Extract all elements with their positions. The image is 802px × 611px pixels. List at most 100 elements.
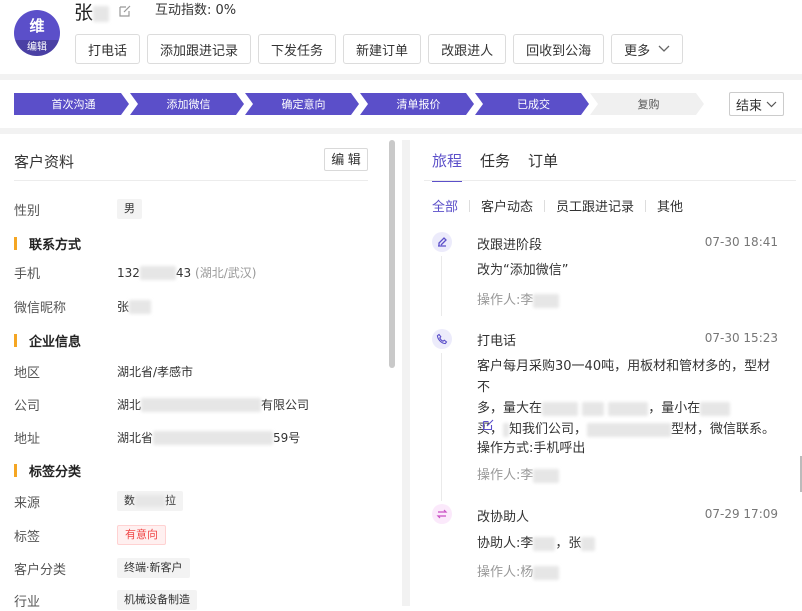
address-value: 湖北省 59号 xyxy=(117,430,301,445)
industry-value: 机械设备制造 xyxy=(117,590,197,610)
add-followup-button[interactable]: 添加跟进记录 xyxy=(147,34,252,64)
change-owner-button[interactable]: 改跟进人 xyxy=(428,34,507,64)
journey-filter: 全部 客户动态 员工跟进记录 其他 xyxy=(432,196,683,215)
section-marker xyxy=(14,333,17,347)
section-marker xyxy=(14,236,17,250)
filter-staff-followup[interactable]: 员工跟进记录 xyxy=(556,196,634,215)
field-label: 来源 xyxy=(14,495,41,511)
address-row: 地址 湖北省 59号 xyxy=(14,426,384,448)
stage-icon xyxy=(432,232,452,252)
region-value: 湖北省/孝感市 xyxy=(117,364,194,379)
masked-text xyxy=(93,5,110,22)
masked-text xyxy=(533,565,560,580)
field-label: 行业 xyxy=(14,594,41,610)
divider xyxy=(14,180,368,181)
avatar-edit-label[interactable]: 编辑 xyxy=(14,40,60,56)
stage-label: 添加微信 xyxy=(167,97,211,111)
section-title: 企业信息 xyxy=(29,334,82,350)
event-text: 协助人:李 ，张 xyxy=(477,533,782,554)
chevron-down-icon xyxy=(658,45,670,52)
section-title: 标签分类 xyxy=(29,464,82,480)
masked-text xyxy=(700,401,731,416)
filter-customer-activity[interactable]: 客户动态 xyxy=(481,196,533,215)
interaction-value: 0% xyxy=(215,3,237,18)
chevron-down-icon xyxy=(766,101,777,107)
timeline-line xyxy=(441,256,442,316)
field-label: 微信昵称 xyxy=(14,300,67,316)
assign-task-button[interactable]: 下发任务 xyxy=(258,34,337,64)
field-label: 地区 xyxy=(14,365,41,381)
filter-all[interactable]: 全部 xyxy=(432,196,458,215)
tab-journey[interactable]: 旅程 xyxy=(432,150,463,182)
masked-text xyxy=(153,431,274,445)
return-to-pool-button[interactable]: 回收到公海 xyxy=(513,34,605,64)
category-value: 终端·新客户 xyxy=(117,558,190,578)
event-operator: 操作人:杨 xyxy=(477,561,560,580)
interaction-label: 互动指数: xyxy=(155,3,212,18)
section-contact: 联系方式 xyxy=(14,234,82,253)
call-button[interactable]: 打电话 xyxy=(75,34,141,64)
field-label: 客户分类 xyxy=(14,562,67,578)
masked-text xyxy=(533,468,560,483)
event-operator: 操作人:李 xyxy=(477,289,560,308)
phone-value[interactable]: 132 43 (湖北/武汉) xyxy=(117,264,256,281)
masked-text xyxy=(533,536,556,551)
company-value: 湖北 有限公司 xyxy=(117,397,310,412)
section-title: 联系方式 xyxy=(29,237,82,253)
separator xyxy=(544,199,546,212)
avatar[interactable]: 维 编辑 xyxy=(14,10,60,56)
wechat-value: 张 xyxy=(117,298,152,315)
separator xyxy=(645,199,647,212)
tab-tasks[interactable]: 任务 xyxy=(480,150,510,182)
event-method: 操作方式:手机呼出 xyxy=(477,441,586,456)
masked-text xyxy=(608,401,649,416)
more-button[interactable]: 更多 xyxy=(611,34,684,64)
journey-panel: 旅程 任务 订单 全部 客户动态 员工跟进记录 其他 改跟进阶段 07-30 1… xyxy=(402,140,802,606)
timeline-line xyxy=(441,353,442,501)
event-title: 改跟进阶段 xyxy=(477,238,543,253)
tab-orders[interactable]: 订单 xyxy=(528,150,558,182)
masked-text xyxy=(129,300,152,314)
stage-label: 复购 xyxy=(638,97,660,111)
gender-value: 男 xyxy=(117,199,142,219)
separator xyxy=(469,199,471,212)
masked-text xyxy=(582,401,605,416)
interaction-index: 互动指数: 0% xyxy=(155,3,236,19)
section-company: 企业信息 xyxy=(14,331,82,350)
masked-text xyxy=(139,266,176,280)
masked-text xyxy=(587,422,672,437)
industry-row: 行业 机械设备制造 xyxy=(14,589,384,611)
customer-header: 维 编辑 张 互动指数: 0% 打电话 添加跟进记录 下发任务 新建订单 改跟进… xyxy=(0,0,802,74)
profile-panel: 客户资料 编 辑 性别 男 联系方式 手机 132 43 (湖北/武汉) 微信昵称… xyxy=(0,140,400,610)
stage-label: 已成交 xyxy=(517,97,550,111)
event-text: 改为“添加微信” xyxy=(477,263,569,278)
event-time: 07-30 15:23 xyxy=(704,331,778,345)
more-label: 更多 xyxy=(624,42,651,58)
event-time: 07-30 18:41 xyxy=(704,235,778,249)
edit-profile-button[interactable]: 编 辑 xyxy=(324,148,368,171)
field-label: 地址 xyxy=(14,431,41,447)
company-row: 公司 湖北 有限公司 xyxy=(14,393,384,415)
section-marker xyxy=(14,463,17,477)
gender-row: 性别 男 xyxy=(14,198,384,220)
field-label: 标签 xyxy=(14,529,41,545)
phone-icon xyxy=(432,329,452,349)
divider xyxy=(424,180,796,181)
tag-row: 标签 有意向 xyxy=(14,524,384,546)
stage-end-select[interactable]: 结束 xyxy=(729,92,784,116)
edit-icon[interactable] xyxy=(118,4,132,18)
edit-icon[interactable] xyxy=(482,419,494,431)
section-tags: 标签分类 xyxy=(14,461,82,480)
scrollbar[interactable] xyxy=(389,140,395,368)
customer-name: 张 xyxy=(74,2,110,24)
masked-text xyxy=(141,398,262,412)
swap-icon xyxy=(432,504,452,524)
new-order-button[interactable]: 新建订单 xyxy=(343,34,422,64)
masked-text xyxy=(581,536,596,551)
stage-progress: 首次沟通 添加微信 确定意向 清单报价 已成交 复购 xyxy=(14,93,704,115)
stage-label: 确定意向 xyxy=(282,97,326,111)
intent-tag: 有意向 xyxy=(117,525,166,545)
masked-text xyxy=(135,495,165,507)
filter-other[interactable]: 其他 xyxy=(657,196,683,215)
wechat-row: 微信昵称 张 xyxy=(14,295,384,317)
